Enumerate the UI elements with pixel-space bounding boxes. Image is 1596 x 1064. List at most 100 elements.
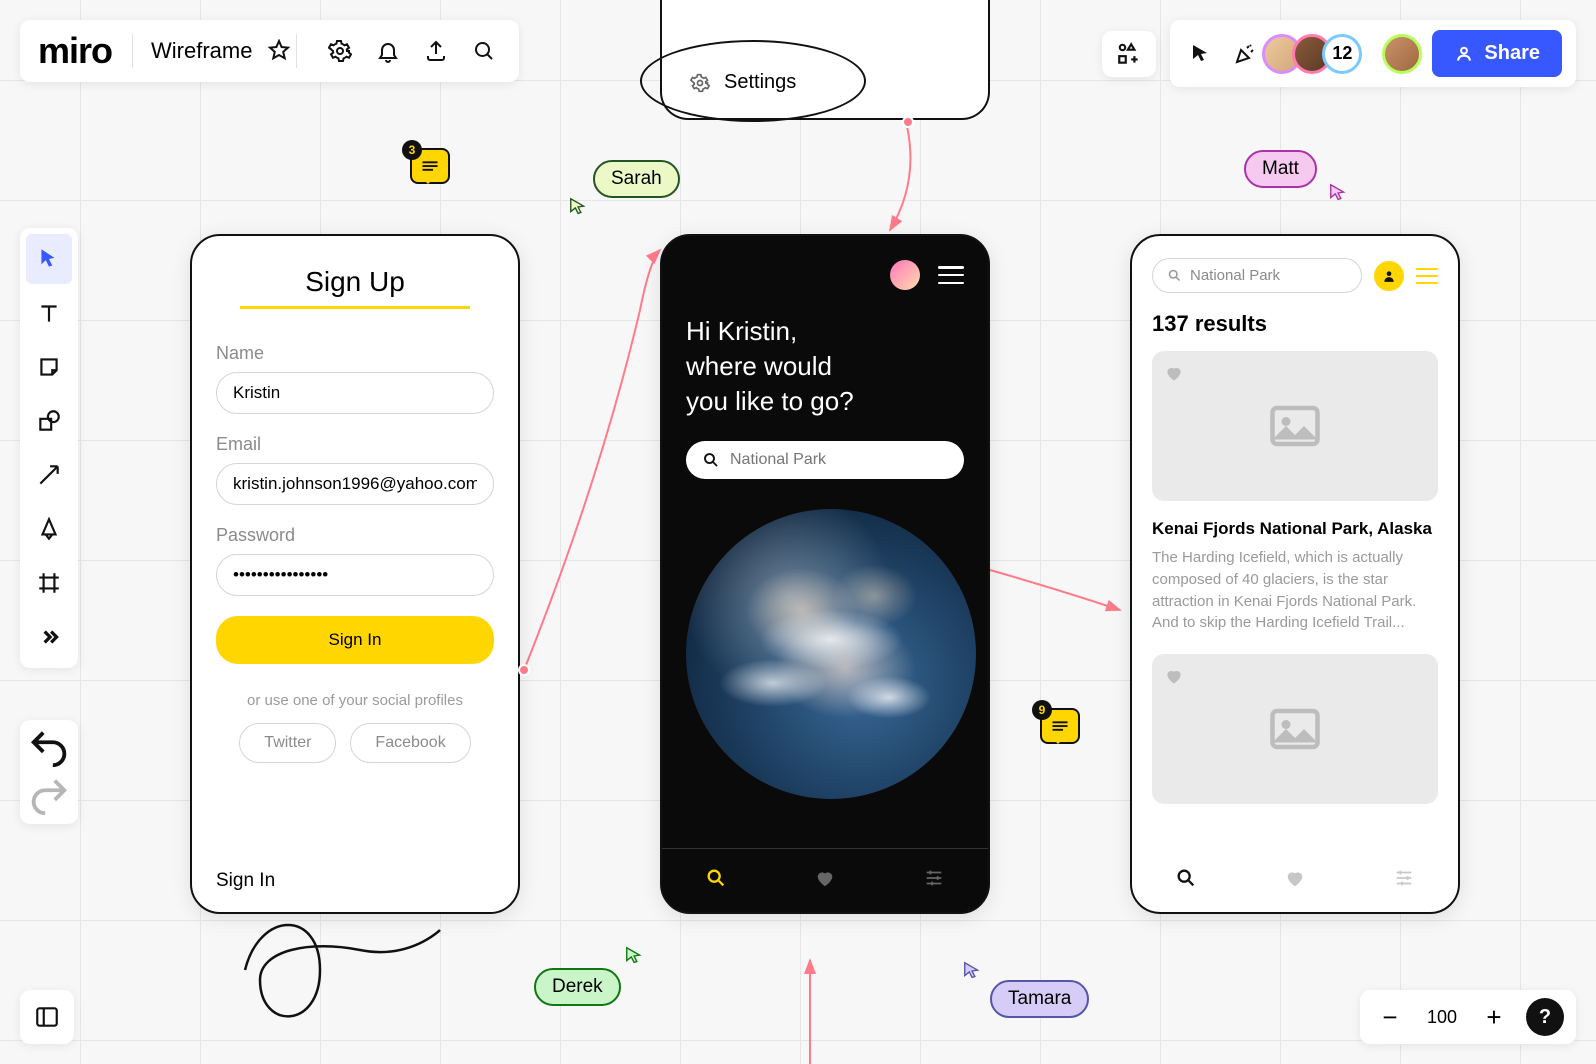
search-icon — [702, 451, 720, 469]
tool-sidebar — [20, 228, 78, 668]
nav-search-icon[interactable] — [705, 867, 727, 894]
zoom-level[interactable]: 100 — [1422, 1007, 1462, 1028]
menu-icon[interactable] — [938, 266, 964, 284]
gear-icon — [690, 73, 710, 93]
email-label: Email — [216, 434, 494, 455]
cursor-arrow-matt — [1328, 182, 1350, 209]
current-user-avatar[interactable] — [1382, 34, 1422, 74]
shape-tool[interactable] — [26, 396, 72, 446]
bottom-nav — [1132, 849, 1458, 912]
cursor-arrow-sarah — [568, 196, 590, 223]
search-field[interactable] — [686, 441, 964, 479]
user-avatar[interactable] — [890, 260, 920, 290]
twitter-button[interactable]: Twitter — [239, 723, 336, 763]
signin-link[interactable]: Sign In — [216, 870, 275, 892]
heart-icon[interactable] — [1164, 363, 1184, 383]
signup-title: Sign Up — [216, 266, 494, 298]
facebook-button[interactable]: Facebook — [350, 723, 470, 763]
image-placeholder-icon — [1260, 702, 1330, 756]
share-button[interactable]: Share — [1432, 30, 1562, 77]
password-input[interactable] — [216, 554, 494, 596]
undo-button[interactable] — [26, 726, 72, 770]
help-button[interactable]: ? — [1526, 998, 1564, 1036]
settings-mockup-panel[interactable]: Settings — [660, 0, 990, 120]
results-count: 137 results — [1152, 311, 1438, 337]
redo-button[interactable] — [26, 774, 72, 818]
cursor-icon[interactable] — [1184, 37, 1218, 71]
bottom-nav — [662, 848, 988, 912]
submit-button[interactable]: Sign In — [216, 616, 494, 664]
more-tools[interactable] — [26, 612, 72, 662]
user-icon[interactable] — [1374, 261, 1404, 291]
place-name: Kenai Fjords National Park, Alaska — [1152, 519, 1438, 539]
earth-image — [686, 509, 976, 799]
frame-tool[interactable] — [26, 558, 72, 608]
result-card-placeholder[interactable] — [1152, 654, 1438, 804]
comment-lines-icon — [421, 160, 439, 172]
zoom-in-button[interactable]: + — [1476, 999, 1512, 1035]
cursor-label-sarah: Sarah — [593, 160, 680, 198]
cursor-label-tamara: Tamara — [990, 980, 1089, 1018]
name-input[interactable] — [216, 372, 494, 414]
minimap-toggle[interactable] — [20, 990, 74, 1044]
zoom-out-button[interactable]: − — [1372, 999, 1408, 1035]
comment-count: 3 — [402, 140, 422, 160]
divider — [132, 34, 133, 68]
app-logo[interactable]: miro — [38, 30, 112, 72]
upload-icon[interactable] — [419, 34, 453, 68]
collaborator-avatars[interactable]: 12 — [1272, 34, 1362, 74]
social-note: or use one of your social profiles — [216, 692, 494, 709]
select-tool[interactable] — [26, 234, 72, 284]
cursor-arrow-tamara — [962, 960, 984, 987]
search-value: National Park — [1190, 267, 1280, 284]
divider — [296, 34, 297, 68]
nav-filter-icon[interactable] — [923, 867, 945, 894]
menu-icon[interactable] — [1416, 268, 1438, 284]
apps-button[interactable] — [1102, 31, 1156, 77]
comment-thread[interactable]: 3 — [410, 148, 450, 184]
connection-node[interactable] — [518, 664, 530, 676]
nav-filter-icon[interactable] — [1393, 867, 1415, 894]
participant-count[interactable]: 12 — [1322, 34, 1362, 74]
email-input[interactable] — [216, 463, 494, 505]
travel-screen-mockup[interactable]: Hi Kristin, where would you like to go? — [660, 234, 990, 914]
settings-label: Settings — [724, 71, 796, 94]
search-input[interactable] — [730, 451, 948, 469]
connection-node[interactable] — [902, 116, 914, 128]
bell-icon[interactable] — [371, 34, 405, 68]
settings-icon[interactable] — [323, 34, 357, 68]
title-underline — [240, 306, 470, 309]
results-screen-mockup[interactable]: National Park 137 results Kenai Fjords N… — [1130, 234, 1460, 914]
celebrate-icon[interactable] — [1228, 37, 1262, 71]
password-label: Password — [216, 525, 494, 546]
comment-thread[interactable]: 9 — [1040, 708, 1080, 744]
presentation-tools: 12 Share — [1170, 20, 1576, 87]
cursor-label-matt: Matt — [1244, 150, 1317, 188]
search-icon[interactable] — [467, 34, 501, 68]
signup-screen-mockup[interactable]: Sign Up Name Email Password Sign In or u… — [190, 234, 520, 914]
comment-lines-icon — [1051, 720, 1069, 732]
star-icon[interactable] — [262, 34, 296, 68]
cursor-arrow-derek — [624, 945, 646, 972]
board-name[interactable]: Wireframe — [151, 38, 252, 64]
text-tool[interactable] — [26, 288, 72, 338]
share-label: Share — [1484, 42, 1540, 65]
comment-count: 9 — [1032, 700, 1052, 720]
arrow-tool[interactable] — [26, 450, 72, 500]
top-right-toolbar: 12 Share — [1102, 20, 1576, 87]
cursor-label-derek: Derek — [534, 968, 621, 1006]
nav-search-icon[interactable] — [1175, 867, 1197, 894]
sticky-note-tool[interactable] — [26, 342, 72, 392]
search-field[interactable]: National Park — [1152, 258, 1362, 293]
image-placeholder-icon — [1260, 399, 1330, 453]
pen-tool[interactable] — [26, 504, 72, 554]
result-card-placeholder[interactable] — [1152, 351, 1438, 501]
name-label: Name — [216, 343, 494, 364]
nav-heart-icon[interactable] — [814, 867, 836, 894]
place-description: The Harding Icefield, which is actually … — [1152, 547, 1438, 634]
greeting-text: Hi Kristin, where would you like to go? — [686, 314, 964, 419]
heart-icon[interactable] — [1164, 666, 1184, 686]
zoom-control: − 100 + ? — [1360, 990, 1576, 1044]
search-icon — [1167, 268, 1182, 283]
nav-heart-icon[interactable] — [1284, 867, 1306, 894]
